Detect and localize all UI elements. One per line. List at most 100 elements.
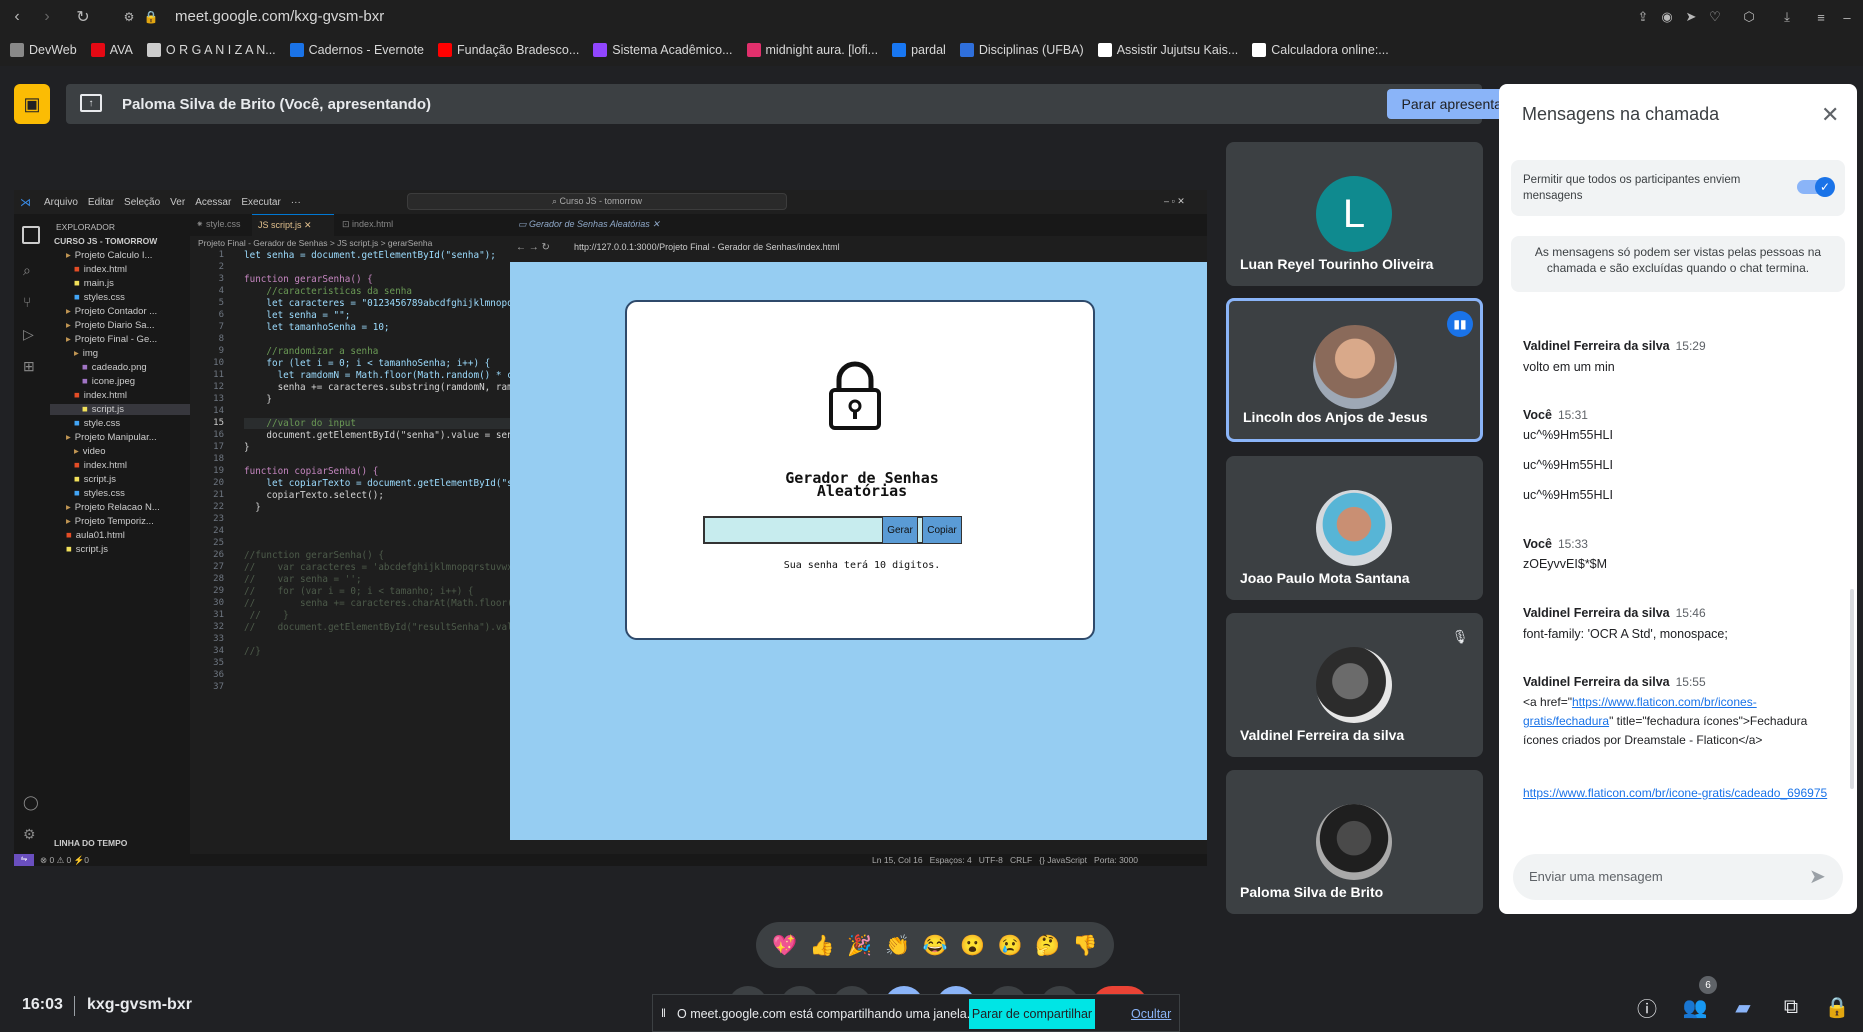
tree-item[interactable]: ■ script.js [74,474,116,485]
chat-scrollbar[interactable] [1850,589,1854,789]
chat-icon[interactable]: ▰ [1728,992,1758,1022]
bookmark-item[interactable]: Fundação Bradesco... [438,43,579,57]
tree-item[interactable]: ■ index.html [74,460,127,471]
copy-button[interactable]: Copiar [922,516,962,544]
generate-button[interactable]: Gerar [882,516,918,544]
bookmark-item[interactable]: Sistema Acadêmico... [593,43,733,57]
code-line[interactable]: function copiarSenha() { [244,466,378,477]
run-debug-icon[interactable]: ▷ [23,326,34,343]
reaction-button[interactable]: 😢 [998,933,1023,958]
code-line[interactable]: // senha += caracteres.charAt(Math.floor… [244,598,518,609]
code-line[interactable]: for (let i = 0; i < tamanhoSenha; i++) { [244,358,490,369]
tree-item[interactable]: ■ aula01.html [66,530,125,541]
bookmark-item[interactable]: Calculadora online:... [1252,43,1389,57]
code-line[interactable]: // for (var i = 0; i < tamanho; i++) { [244,586,474,597]
code-line[interactable]: // var caracteres = 'abcdefghijklmnopqrs… [244,562,518,573]
host-controls-icon[interactable]: 🔒 [1822,992,1852,1022]
meeting-info-icon[interactable]: ⓘ [1632,992,1662,1022]
reaction-button[interactable]: 😂 [923,933,948,958]
tree-item[interactable]: ■ cadeado.png [82,362,147,373]
bookmark-item[interactable]: O R G A N I Z A N... [146,43,276,57]
address-bar[interactable]: meet.google.com/kxg-gvsm-bxr [175,8,384,25]
menu-item[interactable]: Executar [241,197,280,208]
tab-index-html[interactable]: ⊡ index.html [342,219,393,230]
participant-tile[interactable]: Joao Paulo Mota Santana [1226,456,1483,600]
preview-nav-icons[interactable]: ← → ↻ [516,242,550,253]
hide-banner-link[interactable]: Ocultar [1131,1007,1171,1021]
remote-icon[interactable]: ⇋ [14,854,34,866]
bookmark-item[interactable]: AVA [90,43,133,57]
code-line[interactable]: // var senha = ''; [244,574,362,585]
workspace-name[interactable]: CURSO JS - TOMORROW [54,236,157,246]
code-line[interactable]: let tamanhoSenha = 10; [244,322,389,333]
bookmark-item[interactable]: DevWeb [10,43,77,57]
back-icon[interactable]: ‹ [6,6,28,28]
tree-item[interactable]: ▸ Projeto Final - Ge... [66,334,157,345]
stop-sharing-button[interactable]: Parar de compartilhar [969,999,1095,1029]
forward-icon[interactable]: › [36,6,58,28]
send-icon[interactable]: ➤ [1809,864,1826,889]
code-line[interactable]: let ramdomN = Math.floor(Math.random() *… [244,370,519,381]
tab-script-js[interactable]: JS script.js ✕ [252,214,334,236]
code-line[interactable]: function gerarSenha() { [244,274,373,285]
code-line[interactable]: //valor do input [244,418,524,429]
tree-item[interactable]: ■ main.js [74,278,114,289]
people-icon[interactable]: 👥 [1680,992,1710,1022]
permission-toggle[interactable]: ✓ [1797,177,1835,197]
bookmark-item[interactable]: Disciplinas (UFBA) [959,43,1084,57]
camera-icon[interactable]: ◉ [1656,6,1678,28]
tree-item[interactable]: ▸ Projeto Relacao N... [66,502,160,513]
message-link[interactable]: https://www.flaticon.com/br/icone-gratis… [1523,786,1827,800]
code-line[interactable]: } [244,442,250,453]
reaction-button[interactable]: 🎉 [847,933,872,958]
explorer-icon[interactable] [22,226,40,244]
presentation-icon[interactable]: ▣ [14,84,50,124]
source-control-icon[interactable]: ⑂ [23,294,31,310]
breadcrumb[interactable]: Projeto Final - Gerador de Senhas > JS s… [190,238,524,248]
tree-item[interactable]: ■ styles.css [74,292,125,303]
tree-item[interactable]: ▸ img [74,348,98,359]
tree-item[interactable]: ■ script.js [50,404,190,415]
tree-item[interactable]: ■ icone.jpeg [82,376,135,387]
code-line[interactable]: //caracteristicas da senha [244,286,412,297]
tree-item[interactable]: ▸ Projeto Temporiz... [66,516,154,527]
participant-tile-active[interactable]: ▮▮ Lincoln dos Anjos de Jesus [1226,298,1483,442]
code-line[interactable]: // document.getElementById("resultSenha"… [244,622,518,633]
tree-item[interactable]: ■ script.js [66,544,108,555]
share-icon[interactable]: ⇪ [1632,6,1654,28]
command-center[interactable]: ⌕ Curso JS - tomorrow [407,193,787,210]
tree-item[interactable]: ▸ Projeto Contador ... [66,306,157,317]
code-line[interactable]: copiarTexto.select(); [244,490,384,501]
code-line[interactable]: senha += caracteres.substring(ramdomN, r… [244,382,519,393]
extensions-icon[interactable]: ⊞ [23,358,35,375]
code-line[interactable]: let caracteres = "0123456789abcdfghijklm… [244,298,518,309]
code-line[interactable]: //randomizar a senha [244,346,378,357]
reaction-button[interactable]: 🤔 [1035,933,1060,958]
reaction-button[interactable]: 💖 [772,933,797,958]
problems-status[interactable]: ⊗ 0 ⚠ 0 ⚡0 [40,855,89,866]
bookmark-item[interactable]: Assistir Jujutsu Kais... [1097,43,1238,57]
download-icon[interactable]: ⤓ [1776,6,1798,28]
activities-icon[interactable]: ⧉ [1776,992,1806,1022]
tree-item[interactable]: ■ styles.css [74,488,125,499]
editor-status[interactable]: Ln 15, Col 16 Espaços: 4 UTF-8 CRLF {} J… [872,855,1138,865]
tree-item[interactable]: ■ index.html [74,390,127,401]
search-icon[interactable]: ⌕ [23,262,31,279]
cube-icon[interactable]: ⬡ [1738,6,1760,28]
tree-item[interactable]: ▸ video [74,446,106,457]
timeline-section[interactable]: LINHA DO TEMPO [54,838,127,848]
code-line[interactable]: let copiarTexto = document.getElementByI… [244,478,518,489]
tree-item[interactable]: ■ index.html [74,264,127,275]
send-icon[interactable]: ➤ [1680,6,1702,28]
code-line[interactable]: // } [244,610,289,621]
participant-tile[interactable]: Paloma Silva de Brito [1226,770,1483,914]
bookmark-item[interactable]: pardal [892,43,946,57]
tab-preview[interactable]: ▭ Gerador de Senhas Aleatórias ✕ [518,219,660,230]
close-icon[interactable]: ✕ [1821,102,1839,128]
tree-item[interactable]: ■ style.css [74,418,120,429]
settings-gear-icon[interactable]: ⚙ [23,826,36,843]
preview-url[interactable]: http://127.0.0.1:3000/Projeto Final - Ge… [574,242,840,252]
reaction-button[interactable]: 👍 [810,933,835,958]
reaction-button[interactable]: 😮 [960,933,985,958]
tree-item[interactable]: ▸ Projeto Diario Sa... [66,320,155,331]
